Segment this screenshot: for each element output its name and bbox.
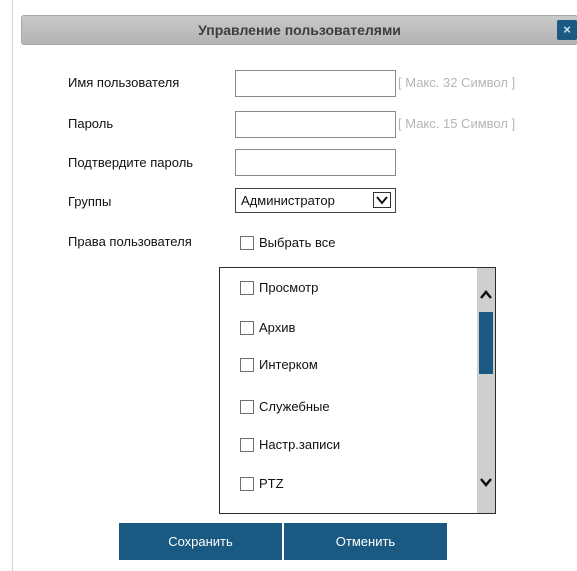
select-all-checkbox[interactable]: Выбрать все (240, 235, 335, 251)
list-item-label: Просмотр (259, 280, 319, 295)
list-item-service[interactable]: Служебные (240, 399, 330, 415)
checkbox-icon (240, 280, 254, 295)
scroll-up-button[interactable] (477, 286, 495, 304)
rights-list[interactable]: Просмотр Архив Интерком Служебные Настр.… (219, 267, 496, 514)
list-item-label: Интерком (259, 357, 318, 372)
cancel-button[interactable]: Отменить (284, 523, 447, 560)
close-button[interactable]: × (557, 20, 577, 40)
checkbox-icon (240, 476, 254, 491)
password-hint: [ Макс. 15 Символ ] (398, 116, 516, 131)
password-input[interactable] (235, 111, 396, 138)
dialog-title: Управление пользователями (198, 22, 401, 38)
checkbox-icon (240, 399, 254, 414)
list-item-intercom[interactable]: Интерком (240, 357, 318, 373)
scrollbar[interactable] (477, 268, 495, 513)
save-button[interactable]: Сохранить (119, 523, 282, 560)
list-item-ptz[interactable]: PTZ (240, 476, 284, 492)
confirm-password-label: Подтвердите пароль (68, 155, 194, 170)
username-hint: [ Макс. 32 Символ ] (398, 75, 516, 90)
rights-label: Права пользователя (68, 234, 192, 249)
username-input[interactable] (235, 70, 396, 97)
list-item-label: PTZ (259, 476, 284, 491)
group-select[interactable]: Администратор (235, 188, 396, 213)
checkbox-icon (240, 320, 254, 335)
checkbox-icon (240, 235, 254, 250)
group-select-value: Администратор (241, 193, 335, 208)
list-item-view[interactable]: Просмотр (240, 280, 318, 296)
confirm-password-input[interactable] (235, 149, 396, 176)
user-management-dialog: Управление пользователями × Имя пользова… (12, 0, 577, 571)
list-item-archive[interactable]: Архив (240, 320, 295, 336)
chevron-down-icon (373, 192, 391, 208)
scroll-down-button[interactable] (477, 473, 495, 491)
list-item-label: Настр.записи (259, 437, 341, 452)
checkbox-icon (240, 357, 254, 372)
chevron-up-icon (480, 290, 492, 299)
dialog-titlebar: Управление пользователями × (21, 15, 577, 45)
list-item-label: Служебные (259, 399, 330, 414)
password-label: Пароль (68, 116, 114, 131)
scrollbar-thumb[interactable] (479, 312, 493, 374)
list-item-label: Архив (259, 320, 296, 335)
group-label: Группы (68, 194, 112, 209)
select-all-label: Выбрать все (259, 235, 336, 250)
chevron-down-icon (480, 478, 492, 487)
close-icon: × (563, 22, 571, 37)
username-label: Имя пользователя (68, 75, 180, 90)
list-item-record-settings[interactable]: Настр.записи (240, 437, 340, 453)
checkbox-icon (240, 437, 254, 452)
